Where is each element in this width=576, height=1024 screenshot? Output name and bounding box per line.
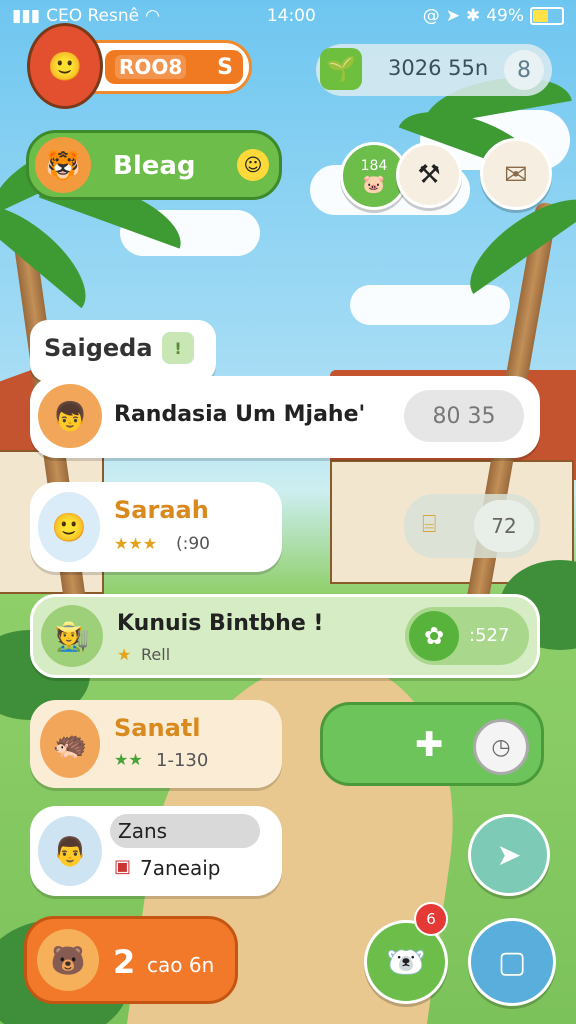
send-icon: ➤ [496, 837, 522, 873]
row5-sub: 7aneaip [140, 856, 221, 880]
section-header: Saigeda ! [30, 320, 216, 382]
row3-star: ★ [117, 645, 132, 664]
currency-label: ROO8 [115, 55, 187, 79]
bottom-counter: 2 [113, 943, 136, 981]
section-info-icon[interactable]: ! [162, 332, 194, 364]
mail-icon: ✉ [504, 157, 528, 191]
currency-bar: ROO8 S [105, 50, 243, 84]
inventory-button[interactable]: ▢ [468, 918, 556, 1006]
list-item-1[interactable]: 👦 Randasia Um Mjahe' 80 35 [30, 376, 540, 458]
row5-avatar: 👨 [38, 816, 102, 886]
row2-stars-text: (:90 [176, 534, 210, 554]
location-icon: ➤ [445, 6, 460, 26]
signal-icon: ▮▮▮ [12, 6, 41, 26]
row2-avatar: 🙂 [38, 492, 100, 562]
send-button[interactable]: ➤ [468, 814, 550, 896]
list-item-4[interactable]: 🦔 Sanatl ★★ 1-130 [30, 700, 282, 788]
menu-icon[interactable]: 8 [504, 50, 544, 90]
row4-avatar: 🦔 [40, 710, 100, 778]
row2-next-button[interactable]: 72 [474, 500, 534, 552]
bottom-orange-button[interactable]: 🐻 2 cao 6n [24, 916, 238, 1004]
status-bar: ▮▮▮ CEO Resnê ◠ 14:00 @ ➤ ✱ 49% [0, 0, 576, 32]
bottom-mascot-icon: 🐻 [37, 929, 99, 991]
row4-stars-text: 1-130 [156, 750, 209, 771]
row3-value-pill[interactable]: ✿ :527 [405, 607, 529, 665]
player-avatar[interactable]: 🙂 [27, 23, 103, 109]
row1-avatar: 👦 [38, 384, 102, 448]
row2-stars: ★★★ [114, 534, 158, 553]
list-item-2[interactable]: 🙂 Saraah ★★★ (:90 [30, 482, 282, 572]
notification-count: 6 [426, 910, 436, 928]
row3-value: :527 [469, 625, 510, 646]
row2-action-icon: ⌸ [422, 510, 437, 538]
notification-badge: 6 [414, 902, 448, 936]
puzzle-icon: ✚ [415, 725, 444, 765]
tools-icon: ⚒ [417, 160, 441, 190]
bluetooth-icon: ✱ [465, 6, 481, 26]
row3-sub: Rell [141, 645, 171, 664]
player-bar-label: Bleag [113, 151, 196, 181]
row3-avatar: 🧑‍🌾 [41, 605, 103, 667]
row4-green-button[interactable]: ✚ ◷ [320, 702, 544, 786]
badge-counter-value: 184 [360, 157, 388, 174]
bear-icon: 🐻‍❄️ [386, 943, 426, 981]
list-item-5[interactable]: 👨 Zans ▣ 7aneaip [30, 806, 282, 896]
pillow-icon: ▢ [497, 944, 527, 980]
mail-button[interactable]: ✉ [480, 138, 552, 210]
row1-value: 80 35 [404, 390, 524, 442]
row2-action-group[interactable]: ⌸ 72 [404, 494, 540, 558]
wifi-icon: ◠ [145, 6, 160, 26]
clock: 14:00 [266, 6, 316, 26]
currency-icon: S [217, 54, 233, 80]
row5-name: Zans [110, 814, 260, 848]
row5-gift-icon: ▣ [114, 856, 132, 877]
row1-value-text: 80 35 [432, 403, 496, 429]
sprout-icon: 🌱 [320, 48, 362, 90]
at-icon: @ [422, 6, 440, 26]
row2-name: Saraah [114, 496, 209, 524]
star-coin-icon: ☺ [237, 149, 269, 181]
coins-pill[interactable]: 🌱 3026 55n 8 [316, 44, 552, 96]
mascot-avatar: 🐯 [35, 137, 91, 193]
section-title: Saigeda [44, 334, 153, 362]
row2-next-text: 72 [491, 514, 517, 538]
tools-button[interactable]: ⚒ [396, 142, 462, 208]
player-bar[interactable]: 🐯 Bleag ☺ [26, 130, 282, 200]
coins-text: 3026 55n [388, 56, 489, 80]
battery-icon [530, 7, 564, 25]
row3-gear-icon: ✿ [409, 611, 459, 661]
row3-name: Kunuis Bintbhe ! [117, 611, 324, 636]
row1-name: Randasia Um Mjahe' [114, 402, 366, 427]
bottom-label: cao 6n [147, 953, 215, 977]
row4-stars: ★★ [114, 750, 143, 769]
clock-icon: ◷ [473, 719, 529, 775]
list-item-3[interactable]: 🧑‍🌾 Kunuis Bintbhe ! ★ Rell ✿ :527 [30, 594, 540, 678]
battery-percent: 49% [486, 6, 524, 26]
pig-icon: 🐷 [362, 173, 386, 195]
row4-name: Sanatl [114, 714, 201, 742]
currency-pill[interactable]: 🙂 ROO8 S [27, 23, 252, 109]
